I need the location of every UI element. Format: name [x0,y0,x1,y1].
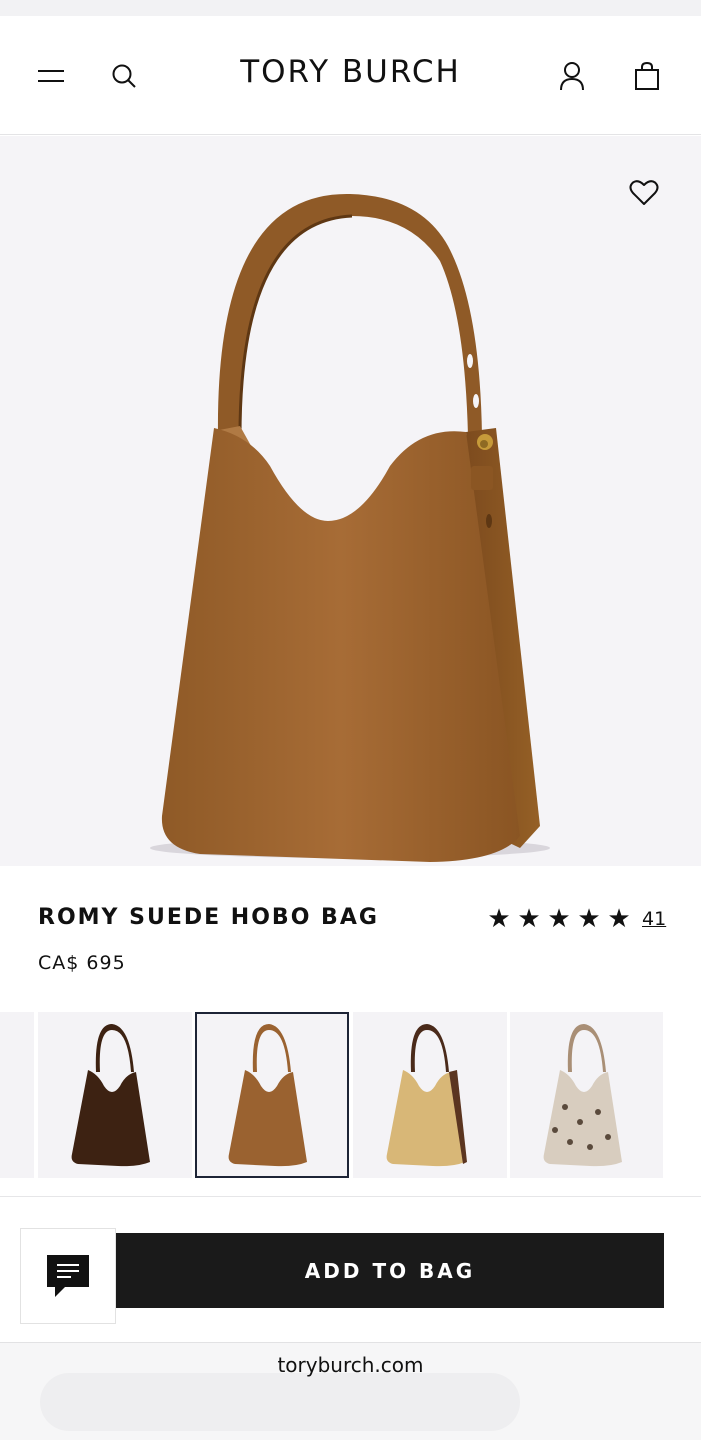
blurred-overlay [40,1373,520,1431]
product-rating[interactable]: ★ ★ ★ ★ ★ 41 [484,906,666,932]
site-header: TORY BURCH [0,16,701,135]
product-price: CA$ 695 [38,952,126,974]
swatch-leopard[interactable] [510,1012,663,1178]
swatch-dark-brown[interactable] [38,1012,192,1178]
status-strip [0,0,701,16]
star-icon: ★ [607,904,631,934]
url-text[interactable]: toryburch.com [0,1353,701,1377]
shopping-bag-button[interactable] [629,56,665,96]
bag-thumbnail [543,1024,622,1167]
brand-logo[interactable]: TORY BURCH [0,54,701,90]
star-icon: ★ [517,904,541,934]
bag-image [150,193,550,862]
wishlist-button[interactable] [627,176,661,210]
review-count-link[interactable]: 41 [642,908,666,930]
shopping-bag-icon [635,61,659,90]
swatch-partial[interactable] [0,1012,34,1178]
chat-button[interactable] [20,1228,116,1324]
bag-thumbnail [228,1024,307,1167]
account-button[interactable] [554,56,590,96]
bag-thumbnail [386,1024,467,1167]
star-icon: ★ [547,904,571,934]
color-swatch-carousel[interactable] [0,1012,701,1178]
account-icon [560,62,584,91]
star-icon: ★ [487,904,511,934]
product-title: ROMY SUEDE HOBO BAG [38,905,379,930]
bag-thumbnail [71,1024,150,1167]
heart-icon [629,180,659,205]
swatch-tan-selected[interactable] [195,1012,349,1178]
product-hero-image[interactable] [0,136,701,866]
browser-address-bar: toryburch.com [0,1342,701,1440]
swatch-raffia[interactable] [353,1012,507,1178]
divider [0,1196,701,1197]
add-to-bag-button[interactable]: ADD TO BAG [116,1233,664,1308]
chat-icon [47,1255,89,1297]
star-icon: ★ [577,904,601,934]
